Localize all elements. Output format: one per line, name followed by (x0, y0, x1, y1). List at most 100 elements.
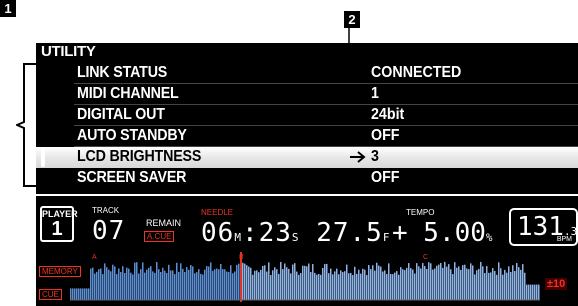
waveform-bar (524, 272, 526, 300)
waveform-bar (436, 265, 438, 300)
waveform-bar (218, 269, 220, 300)
waveform-bar (410, 268, 412, 300)
time-display: 06M:23S 27.5F (201, 218, 391, 248)
waveform-bar (534, 284, 536, 300)
waveform-bar (122, 266, 124, 300)
waveform-bar (214, 269, 216, 300)
menu-item-screen-saver[interactable]: SCREEN SAVER OFF (36, 168, 578, 189)
waveform-bar (386, 274, 388, 300)
waveform-bar (284, 263, 286, 300)
waveform-bar (428, 262, 430, 300)
frames-unit: F (382, 231, 391, 244)
waveform-bar (460, 269, 462, 300)
waveform-bar (326, 263, 328, 300)
waveform-bar (408, 263, 410, 300)
waveform-bar (286, 267, 288, 300)
bpm-unit: BPM (556, 236, 572, 243)
waveform-bar (224, 269, 226, 300)
waveform-bar (70, 288, 72, 300)
waveform-bar (472, 265, 474, 300)
waveform-bar (532, 284, 534, 300)
waveform-bar (314, 272, 316, 300)
waveform-bar (404, 270, 406, 300)
waveform-bar (276, 269, 278, 300)
menu-item-lcd-brightness[interactable]: LCD BRIGHTNESS 3 (36, 147, 578, 168)
waveform-bar (444, 261, 446, 300)
waveform-bar (440, 262, 442, 300)
waveform-bar (242, 262, 244, 300)
player-badge: PLAYER 1 (40, 206, 78, 242)
waveform-bar (432, 269, 434, 300)
waveform-bar (118, 268, 120, 300)
waveform-bar (98, 269, 100, 300)
menu-item-label: AUTO STANDBY (77, 127, 187, 144)
waveform-bar (506, 272, 508, 300)
menu-item-midi-channel[interactable]: MIDI CHANNEL 1 (36, 84, 578, 105)
waveform-bar (476, 270, 478, 300)
waveform-bar (164, 270, 166, 300)
scrollbar[interactable] (41, 147, 45, 167)
menu-item-value: OFF (371, 127, 400, 144)
waveform-bar (274, 267, 276, 300)
waveform-bar (262, 265, 264, 300)
waveform-bar (236, 264, 238, 300)
waveform-bar (226, 271, 228, 300)
waveform-bar (482, 266, 484, 300)
waveform-bar (516, 263, 518, 300)
waveform-bar (424, 266, 426, 300)
menu-item-auto-standby[interactable]: AUTO STANDBY OFF (36, 126, 578, 147)
waveform-bar (372, 265, 374, 300)
waveform-bar (128, 268, 130, 300)
waveform-bar (502, 274, 504, 300)
waveform-bar (484, 273, 486, 300)
waveform-bar (132, 274, 134, 300)
waveform-bar (260, 269, 262, 300)
waveform-bar (230, 265, 232, 300)
waveform-bar (272, 270, 274, 300)
waveform-bar (526, 284, 528, 300)
waveform-bar (142, 262, 144, 300)
waveform-bar (446, 266, 448, 300)
waveform-bar (112, 264, 114, 300)
waveform-bar (422, 263, 424, 300)
time-minutes: 06 (201, 218, 235, 248)
callout-1: 1 (0, 0, 16, 17)
menu-item-link-status[interactable]: LINK STATUS CONNECTED (36, 63, 578, 84)
waveform-bar (296, 271, 298, 300)
waveform-bar (302, 265, 304, 300)
waveform-bar (456, 267, 458, 300)
waveform-bar (508, 266, 510, 300)
track-label: TRACK (92, 206, 120, 215)
waveform-bar (102, 274, 104, 300)
waveform-bar (126, 267, 128, 300)
waveform-bar (322, 267, 324, 300)
waveform-bar (212, 270, 214, 300)
menu-item-label: SCREEN SAVER (77, 169, 187, 186)
tempo-label: TEMPO (406, 208, 435, 217)
waveform-bar (426, 269, 428, 300)
waveform-bar (412, 269, 414, 300)
waveform-bar (210, 262, 212, 300)
player-number: 1 (51, 218, 63, 240)
waveform-bar (238, 263, 240, 300)
waveform-bar (418, 266, 420, 300)
waveform-bar (406, 267, 408, 300)
menu-item-digital-out[interactable]: DIGITAL OUT 24bit (36, 105, 578, 126)
bpm-display: 131.3 BPM (509, 208, 578, 246)
waveform-bar (258, 272, 260, 300)
waveform-bar (156, 261, 158, 300)
waveform-bar (80, 288, 82, 300)
waveform-bar (438, 264, 440, 300)
waveform-bar (192, 266, 194, 300)
waveform-bar (196, 272, 198, 300)
remain-label: REMAIN (146, 218, 182, 228)
time-frames: 27.5 (316, 218, 383, 248)
waveform-bar (536, 284, 538, 300)
waveform-bar (228, 271, 230, 300)
waveform-bar (496, 274, 498, 300)
waveform-bar (318, 274, 320, 300)
waveform-bar (488, 272, 490, 300)
waveform-bar (402, 269, 404, 300)
waveform-bar (134, 262, 136, 300)
waveform-bar (174, 274, 176, 300)
